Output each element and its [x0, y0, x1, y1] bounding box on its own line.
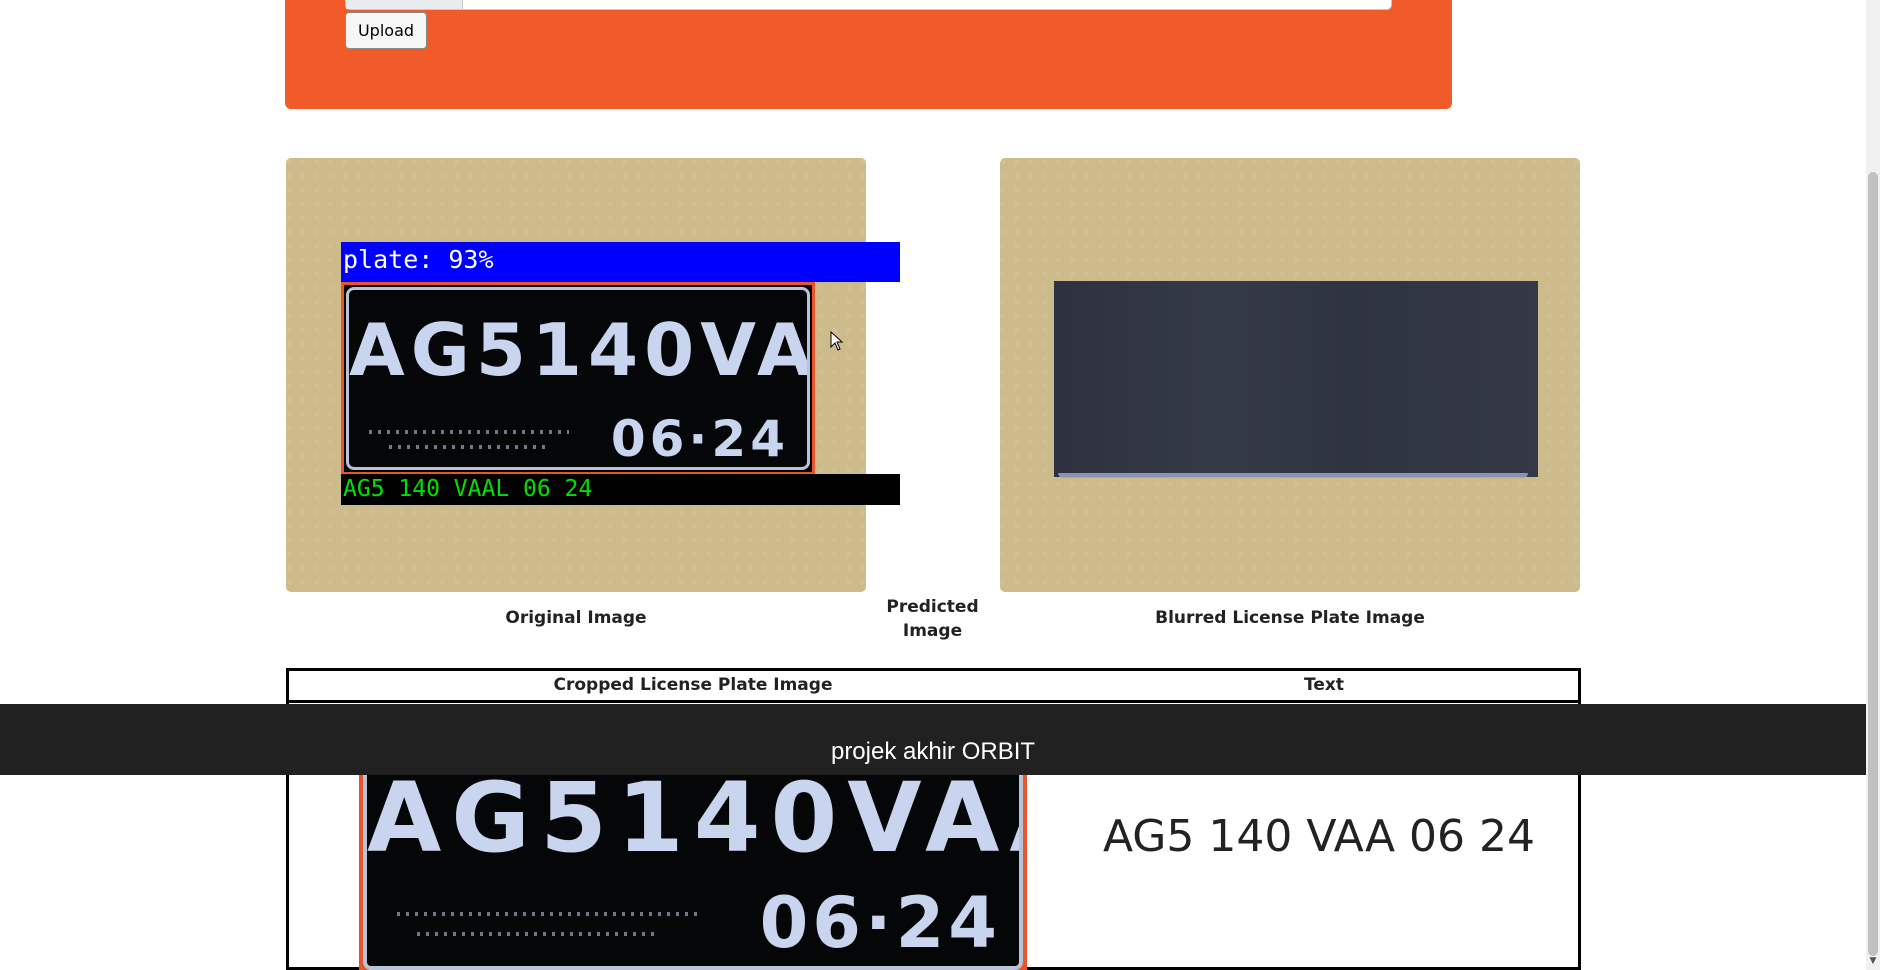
upload-button[interactable]: Upload [345, 12, 427, 49]
upload-panel: ⌄ Upload [285, 0, 1452, 109]
plate-noise [417, 932, 657, 936]
table-header-row: Cropped License Plate Image Text [289, 671, 1578, 703]
file-input-clear-icon: ⌄ [491, 0, 499, 2]
scrollbar-thumb[interactable] [1868, 172, 1878, 956]
scrollbar[interactable]: ▼ [1866, 0, 1880, 970]
license-plate: AG5140VAA 06·24 [346, 287, 810, 470]
file-browse-button[interactable] [346, 0, 463, 9]
caption-original-image: Original Image [505, 608, 647, 628]
cursor-icon [830, 331, 844, 351]
plate-noise [369, 430, 569, 434]
file-input[interactable]: ⌄ [345, 0, 1392, 10]
header-text: Text [1304, 675, 1344, 695]
caption-blurred-image: Blurred License Plate Image [1155, 608, 1425, 628]
ocr-overlay-text: AG5 140 VAAL 06 24 [341, 474, 900, 505]
caption-predicted-image: Predicted Image [886, 597, 979, 641]
plate-number: AG5140VAA [349, 308, 807, 392]
plate-date: 06·24 [610, 410, 789, 468]
scroll-down-arrow-icon[interactable]: ▼ [1868, 956, 1878, 966]
detection-box: AG5140VAA 06·24 [341, 282, 815, 475]
plate-date: 06·24 [759, 882, 1001, 964]
plate-noise [397, 912, 697, 916]
blurred-plate-region [1054, 281, 1538, 477]
header-cropped-image: Cropped License Plate Image [553, 675, 833, 695]
footer-text: projek akhir ORBIT [830, 738, 1036, 765]
plate-noise [389, 445, 549, 449]
blurred-plate-edge [1058, 473, 1528, 478]
recognized-text: AG5 140 VAA 06 24 [1102, 811, 1536, 862]
detection-label: plate: 93% [341, 242, 900, 282]
footer: projek akhir ORBIT [0, 704, 1866, 775]
plate-number: AG5140VAA [367, 762, 1023, 874]
